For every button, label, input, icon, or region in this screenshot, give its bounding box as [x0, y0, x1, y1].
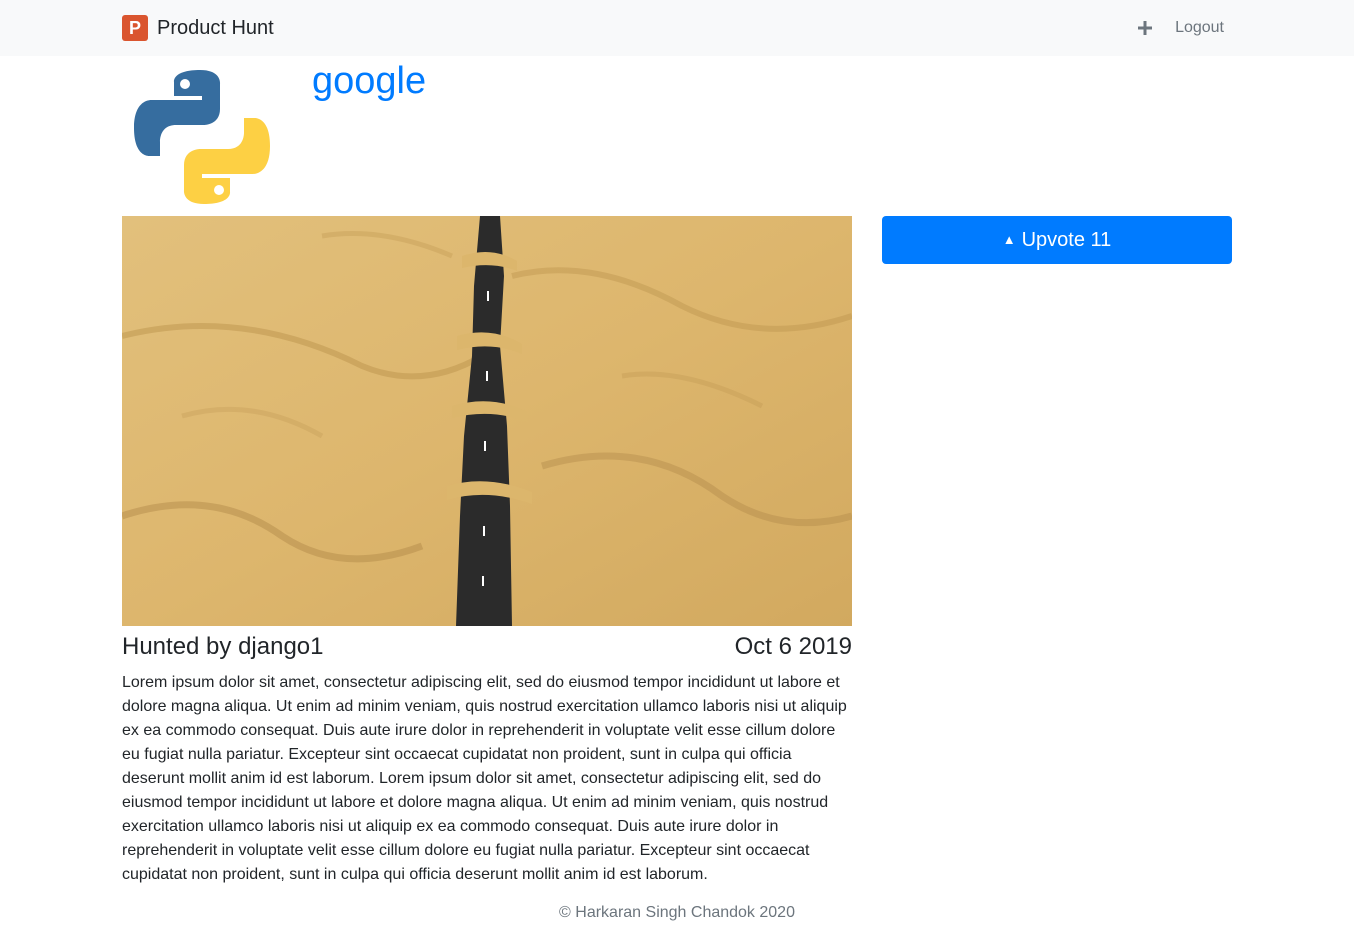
hunted-by: Hunted by django1	[122, 633, 324, 660]
navbar: P Product Hunt Logout	[0, 0, 1354, 56]
brand-link[interactable]: P Product Hunt	[122, 14, 274, 42]
caret-up-icon: ▲	[1002, 231, 1016, 247]
logout-link[interactable]: Logout	[1175, 19, 1224, 37]
post-date: Oct 6 2019	[734, 633, 852, 660]
python-logo-icon	[122, 62, 282, 212]
product-hunt-logo-icon: P	[122, 15, 148, 41]
brand-name: Product Hunt	[157, 16, 274, 39]
upvote-label: Upvote 11	[1021, 228, 1112, 251]
product-image	[122, 216, 852, 626]
footer-copyright: © Harkaran Singh Chandok 2020	[559, 904, 795, 921]
plus-icon[interactable]	[1133, 16, 1157, 40]
product-title[interactable]: google	[312, 60, 426, 103]
nav-actions: Logout	[1133, 16, 1224, 40]
product-description: Lorem ipsum dolor sit amet, consectetur …	[122, 674, 847, 883]
upvote-button[interactable]: ▲ Upvote 11	[882, 216, 1232, 264]
